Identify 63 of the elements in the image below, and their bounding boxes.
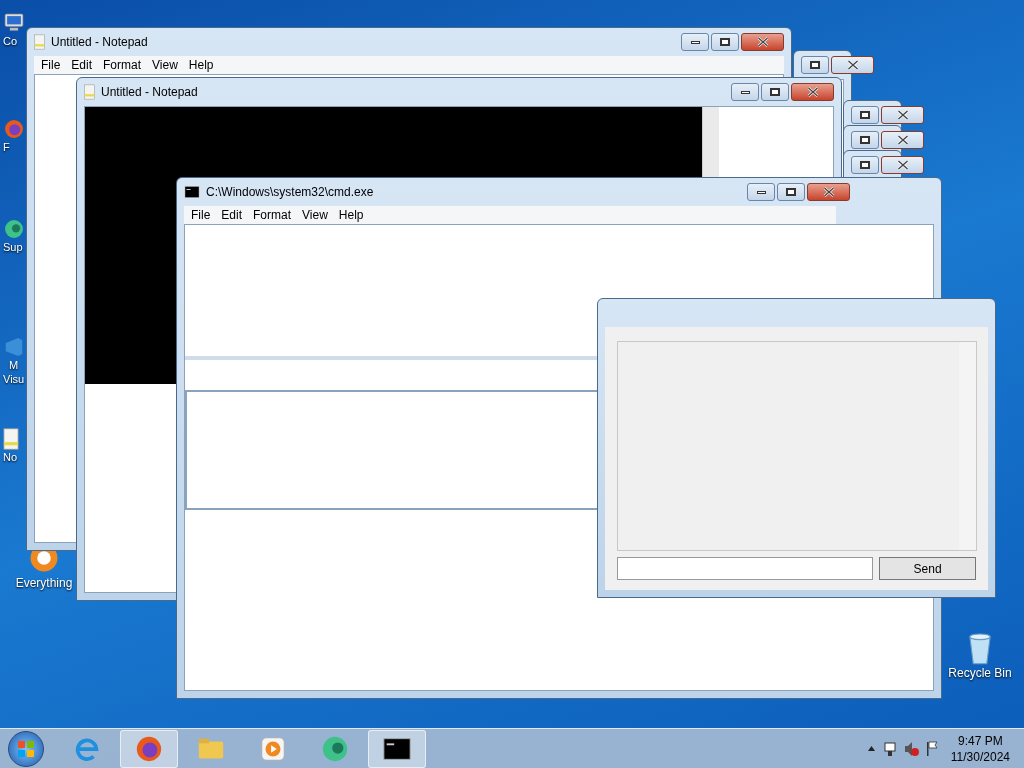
close-button[interactable] bbox=[881, 156, 924, 174]
menu-item[interactable]: Format bbox=[248, 206, 297, 224]
windows-logo-icon bbox=[16, 738, 36, 759]
notepad-icon bbox=[3, 428, 19, 450]
window-title: Untitled - Notepad bbox=[101, 84, 198, 101]
clock-date[interactable]: 11/30/2024 bbox=[950, 748, 1010, 765]
close-icon bbox=[896, 110, 909, 120]
icon-label: Visu bbox=[3, 372, 25, 386]
menu-item[interactable]: Format bbox=[98, 56, 147, 74]
close-icon bbox=[806, 87, 819, 97]
maximize-button[interactable] bbox=[801, 56, 829, 74]
notepad-icon bbox=[84, 84, 95, 100]
clock-time[interactable]: 9:47 PM bbox=[958, 732, 1003, 749]
message-field[interactable] bbox=[617, 557, 874, 580]
window-title: C:\Windows\system32\cmd.exe bbox=[206, 184, 374, 201]
icon-label: F bbox=[3, 140, 10, 154]
console-icon bbox=[184, 184, 200, 200]
maximize-button[interactable] bbox=[851, 106, 879, 124]
icon-label: Co bbox=[3, 34, 18, 48]
minimize-button[interactable] bbox=[681, 33, 709, 51]
maximize-button[interactable] bbox=[761, 83, 789, 101]
app-globe-icon bbox=[3, 218, 25, 240]
close-icon bbox=[756, 37, 769, 47]
close-button[interactable] bbox=[831, 56, 874, 74]
taskbar-button[interactable] bbox=[368, 729, 426, 768]
start-button[interactable] bbox=[8, 730, 44, 767]
close-button[interactable] bbox=[881, 131, 924, 149]
close-button[interactable] bbox=[741, 33, 784, 51]
send-button[interactable]: Send bbox=[879, 557, 976, 580]
up-arrow-icon[interactable] bbox=[867, 746, 875, 751]
flag-icon[interactable] bbox=[926, 741, 938, 756]
scrollbar[interactable] bbox=[959, 342, 976, 550]
maximize-button[interactable] bbox=[777, 183, 805, 201]
maximize-button[interactable] bbox=[711, 33, 739, 51]
maximize-button[interactable] bbox=[851, 156, 879, 174]
menu-item[interactable]: View bbox=[297, 206, 333, 224]
close-button[interactable] bbox=[807, 183, 850, 201]
close-icon bbox=[896, 135, 909, 145]
menu-item[interactable]: Help bbox=[183, 56, 219, 74]
menu-item[interactable]: View bbox=[147, 56, 183, 74]
menu-item[interactable]: File bbox=[186, 206, 216, 224]
menu-item[interactable]: Help bbox=[333, 206, 369, 224]
computer-icon bbox=[3, 12, 25, 34]
menu-item[interactable]: Edit bbox=[66, 56, 98, 74]
icon-label: M bbox=[9, 358, 19, 372]
volume-muted-icon[interactable] bbox=[904, 741, 919, 756]
close-icon bbox=[896, 160, 909, 170]
icon-label: Sup bbox=[3, 240, 23, 254]
icon-label: Everything bbox=[15, 576, 73, 590]
close-icon bbox=[846, 60, 859, 70]
close-button[interactable] bbox=[881, 106, 924, 124]
network-icon[interactable] bbox=[884, 742, 896, 756]
minimize-button[interactable] bbox=[747, 183, 775, 201]
icon-label: No bbox=[3, 450, 18, 464]
menu-item[interactable]: File bbox=[36, 56, 66, 74]
maximize-button[interactable] bbox=[851, 131, 879, 149]
close-button[interactable] bbox=[791, 83, 834, 101]
close-icon bbox=[822, 187, 835, 197]
notepad-icon bbox=[34, 34, 45, 50]
minimize-button[interactable] bbox=[731, 83, 759, 101]
icon-label: Recycle Bin bbox=[948, 666, 1012, 680]
window-title: Untitled - Notepad bbox=[51, 34, 148, 51]
menu-item[interactable]: Edit bbox=[216, 206, 248, 224]
